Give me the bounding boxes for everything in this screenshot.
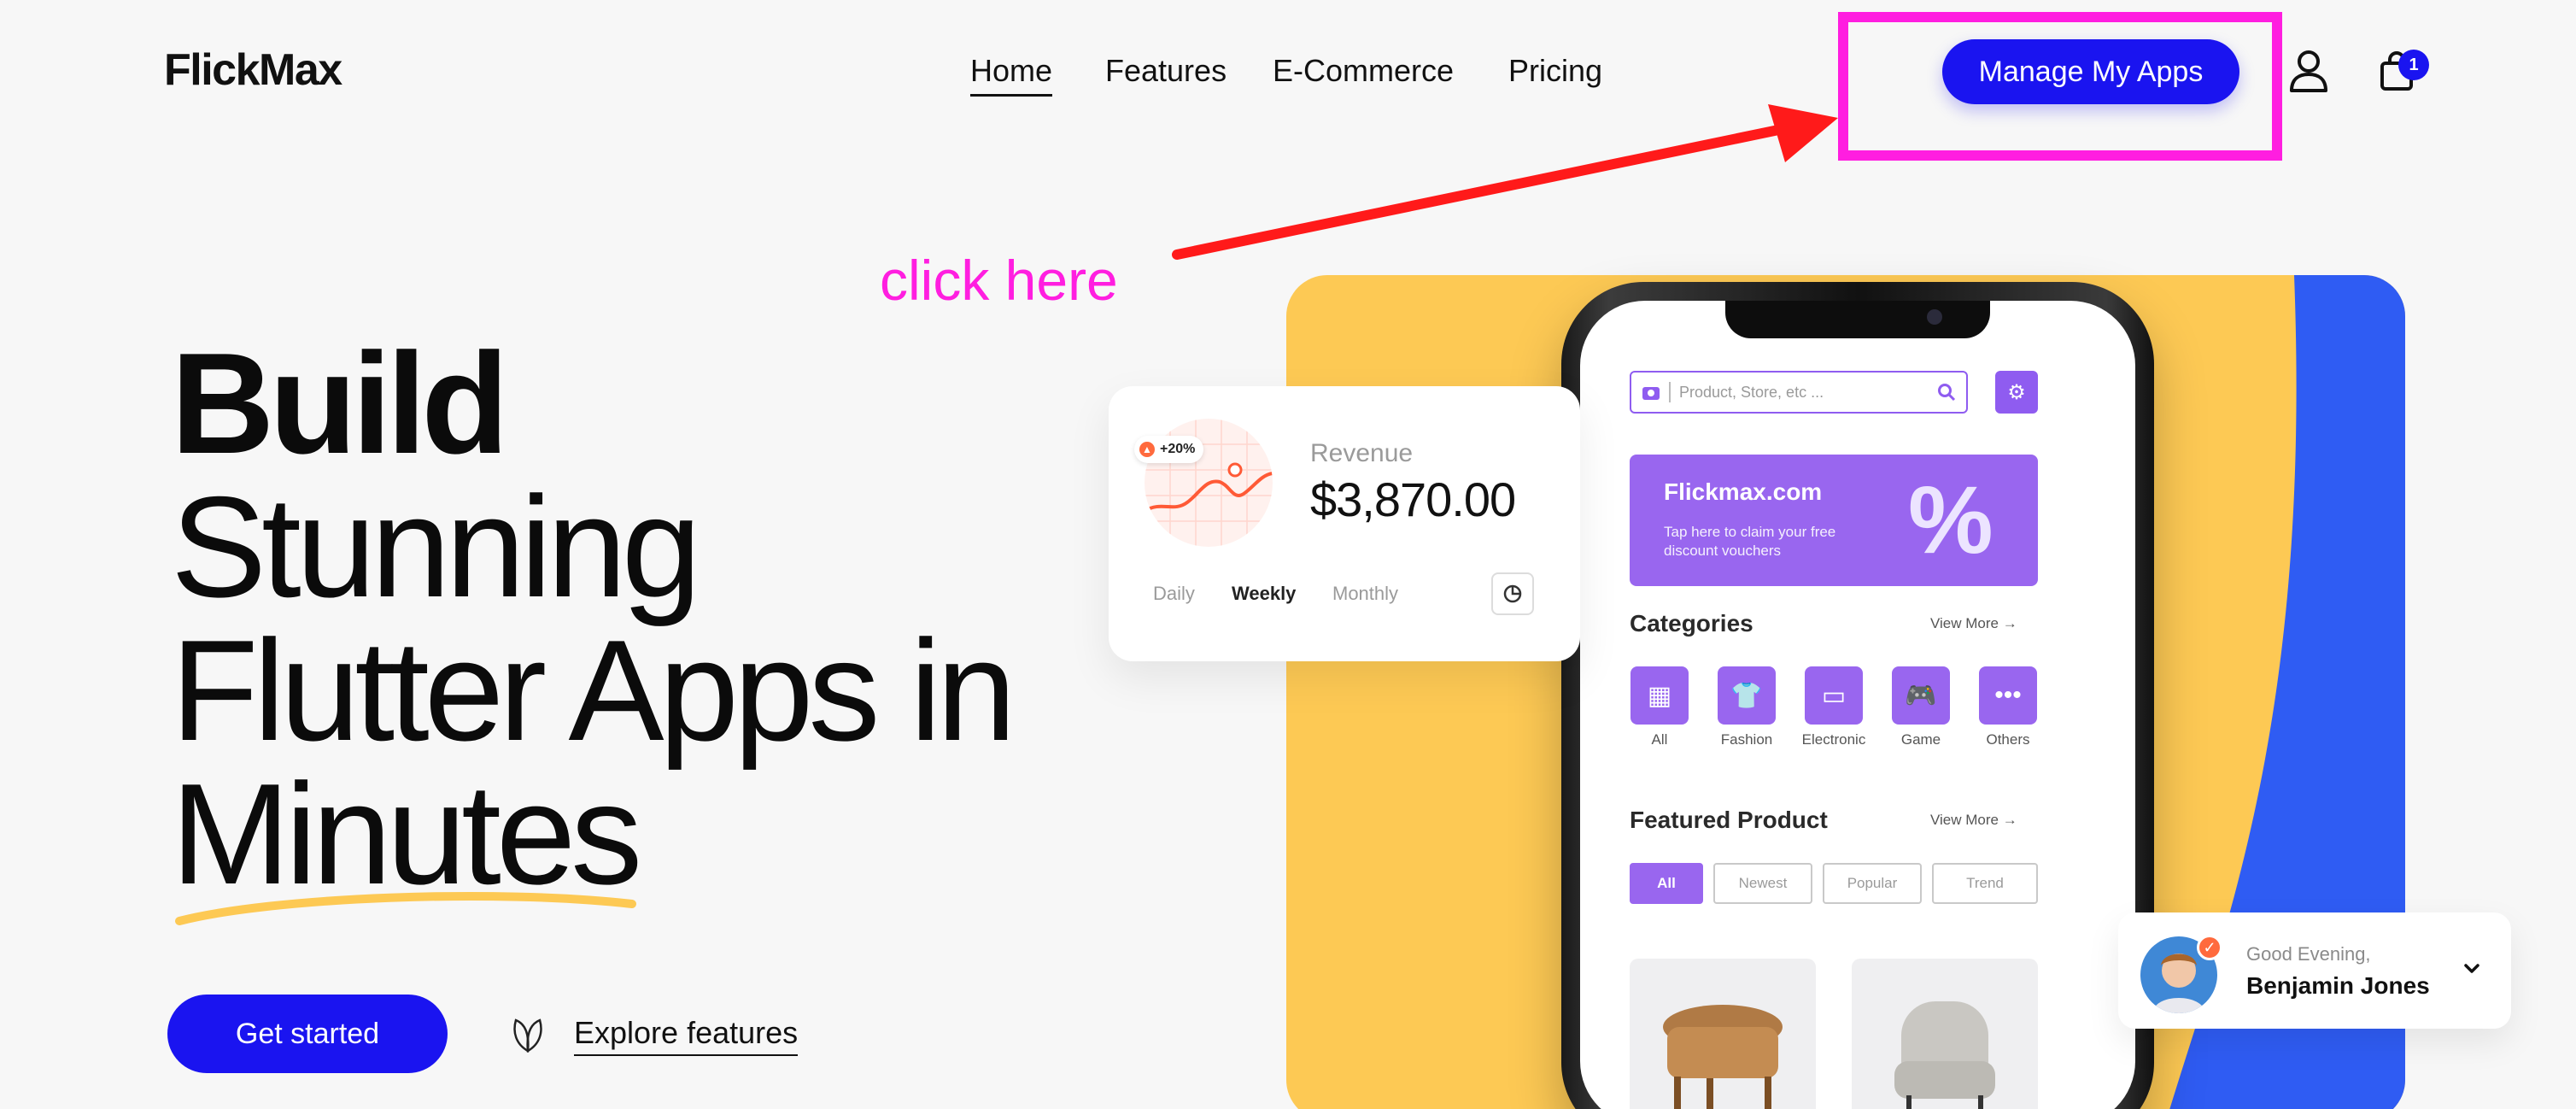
tab-daily[interactable]: Daily bbox=[1153, 583, 1195, 605]
nav-home[interactable]: Home bbox=[970, 53, 1053, 97]
hero-line-1: Build bbox=[171, 323, 509, 484]
search-placeholder: Product, Store, etc ... bbox=[1679, 383, 1824, 401]
user-name: Benjamin Jones bbox=[2246, 972, 2430, 999]
percent-graphic: % bbox=[1908, 466, 1993, 573]
category-electronic[interactable]: ▭ Electronic bbox=[1795, 666, 1872, 748]
check-icon: ✓ bbox=[2197, 935, 2222, 960]
view-more-categories[interactable]: View More → bbox=[1930, 615, 2017, 632]
hero-title: Build Stunning Flutter Apps in Minutes bbox=[171, 323, 1016, 914]
greeting-text: Good Evening, bbox=[2246, 943, 2371, 965]
search-icon bbox=[1938, 384, 1956, 402]
more-icon: ••• bbox=[1979, 666, 2037, 725]
grid-icon: ▦ bbox=[1630, 666, 1689, 725]
filter-newest[interactable]: Newest bbox=[1713, 863, 1812, 904]
tab-weekly[interactable]: Weekly bbox=[1232, 583, 1296, 605]
hero-line-2: Stunning bbox=[171, 466, 701, 627]
camera-icon bbox=[1642, 387, 1660, 400]
hero-line-3: Flutter Apps in bbox=[171, 610, 1016, 771]
nav-e-commerce[interactable]: E-Commerce bbox=[1273, 53, 1454, 89]
highlight-box bbox=[1838, 12, 2282, 161]
revenue-card: ▲ +20% Revenue $3,870.00 Daily Weekly Mo… bbox=[1109, 386, 1580, 661]
product-card-chair-grey[interactable] bbox=[1852, 959, 2038, 1109]
explore-features-link[interactable]: Explore features bbox=[574, 1015, 799, 1056]
phone-screen: Product, Store, etc ... ⚙ Flickmax.com T… bbox=[1580, 301, 2135, 1109]
settings-icon[interactable]: ⚙ bbox=[1995, 371, 2038, 414]
rattan-chair-image bbox=[1663, 1005, 1783, 1109]
category-all[interactable]: ▦ All bbox=[1621, 666, 1698, 748]
growth-badge: ▲ +20% bbox=[1134, 436, 1204, 463]
phone-mockup: Product, Store, etc ... ⚙ Flickmax.com T… bbox=[1561, 282, 2154, 1109]
logo[interactable]: FlickMax bbox=[164, 44, 342, 96]
nav-features[interactable]: Features bbox=[1105, 53, 1227, 89]
view-more-featured[interactable]: View More → bbox=[1930, 812, 2017, 829]
category-others[interactable]: ••• Others bbox=[1970, 666, 2046, 748]
revenue-value: $3,870.00 bbox=[1310, 472, 1516, 526]
chevron-down-icon[interactable] bbox=[2460, 957, 2484, 981]
categories-title: Categories bbox=[1630, 610, 1753, 637]
promo-title: Flickmax.com bbox=[1664, 478, 1823, 505]
featured-product-title: Featured Product bbox=[1630, 807, 1828, 833]
click-here-label: click here bbox=[880, 249, 1118, 312]
tshirt-icon: 👕 bbox=[1718, 666, 1776, 725]
hero-underline bbox=[175, 891, 636, 925]
filter-all[interactable]: All bbox=[1630, 863, 1703, 904]
tab-monthly[interactable]: Monthly bbox=[1332, 583, 1398, 605]
grey-chair-image bbox=[1894, 1001, 1995, 1109]
monitor-icon: ▭ bbox=[1805, 666, 1863, 725]
user-icon[interactable] bbox=[2289, 50, 2328, 92]
gamepad-icon: 🎮 bbox=[1892, 666, 1950, 725]
product-card-chair-rattan[interactable] bbox=[1630, 959, 1816, 1109]
category-fashion[interactable]: 👕 Fashion bbox=[1708, 666, 1785, 748]
filter-popular[interactable]: Popular bbox=[1823, 863, 1922, 904]
arrow-up-icon: ▲ bbox=[1139, 442, 1155, 457]
nav-pricing[interactable]: Pricing bbox=[1508, 53, 1602, 89]
leaf-icon bbox=[513, 1018, 542, 1053]
phone-notch bbox=[1725, 301, 1990, 338]
greeting-card[interactable]: ✓ Good Evening, Benjamin Jones bbox=[2118, 912, 2511, 1029]
pie-chart-icon[interactable] bbox=[1491, 572, 1534, 615]
hero-line-4: Minutes bbox=[171, 754, 642, 914]
cart-count-badge: 1 bbox=[2398, 50, 2429, 80]
phone-search-field[interactable]: Product, Store, etc ... bbox=[1630, 371, 1968, 414]
promo-subtitle: Tap here to claim your free discount vou… bbox=[1664, 524, 1836, 559]
get-started-button[interactable]: Get started bbox=[167, 995, 448, 1073]
filter-trend[interactable]: Trend bbox=[1932, 863, 2038, 904]
category-game[interactable]: 🎮 Game bbox=[1882, 666, 1959, 748]
revenue-label: Revenue bbox=[1310, 439, 1414, 467]
promo-banner[interactable]: Flickmax.com Tap here to claim your free… bbox=[1630, 455, 2038, 586]
